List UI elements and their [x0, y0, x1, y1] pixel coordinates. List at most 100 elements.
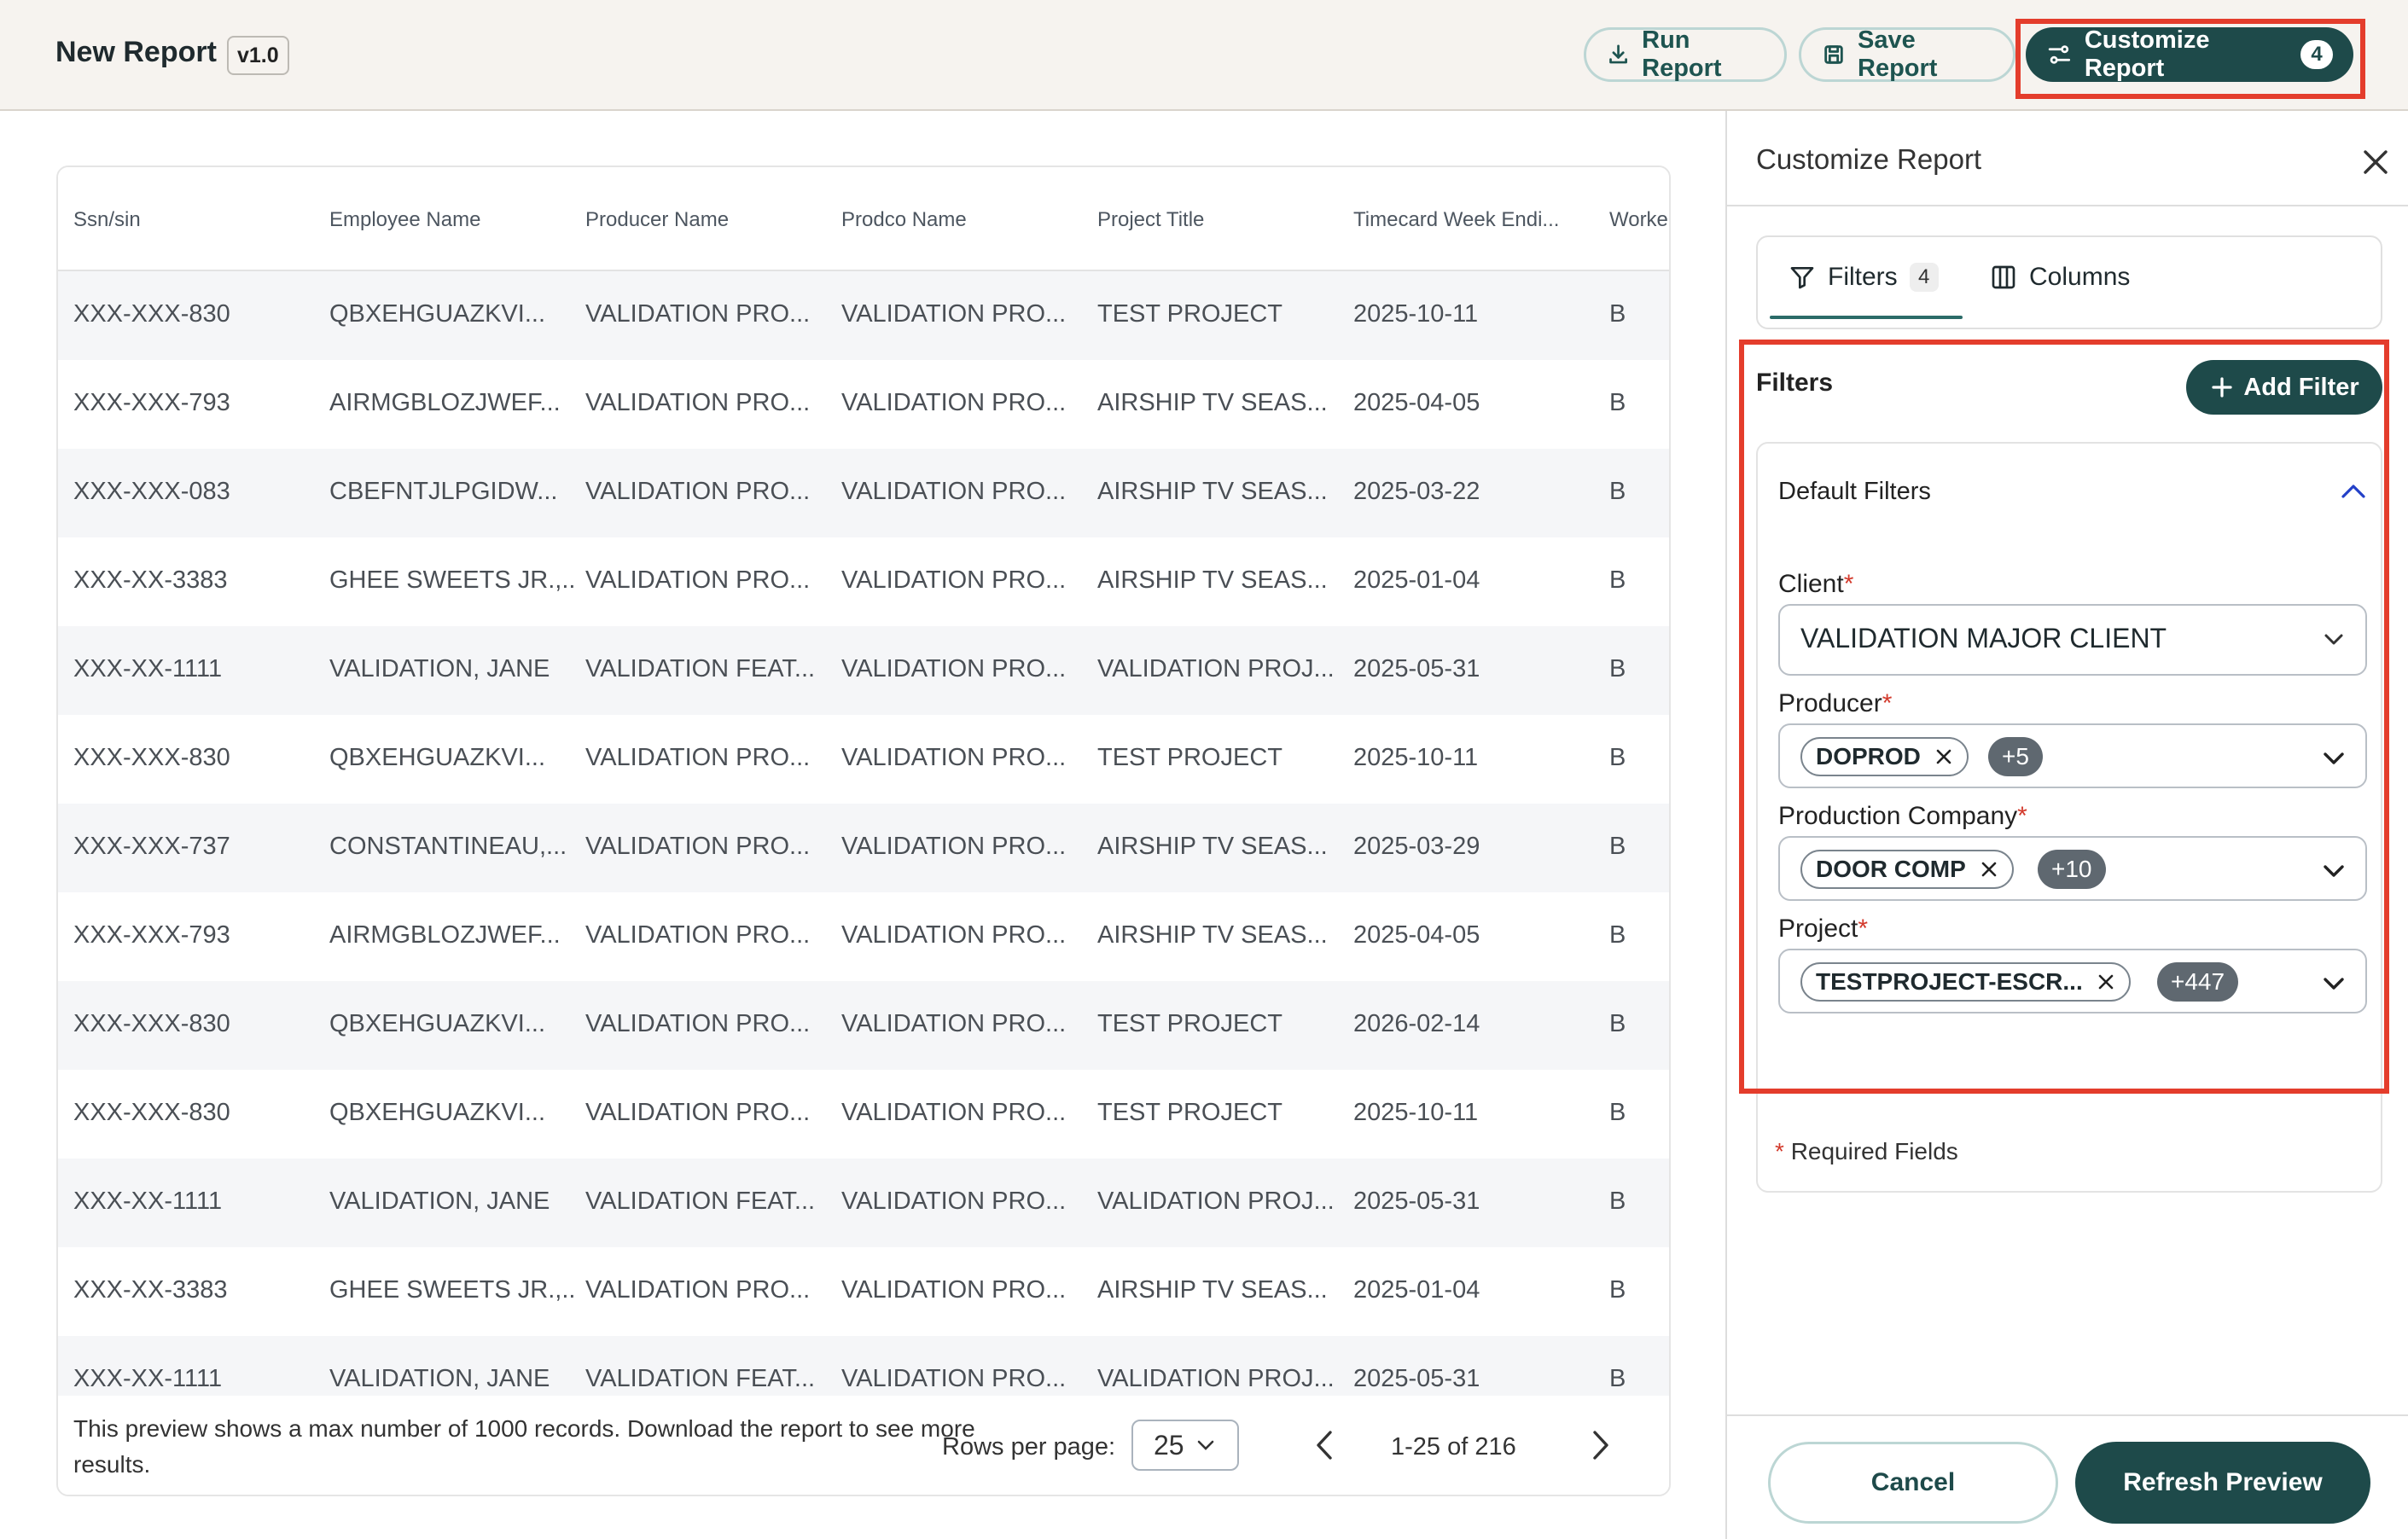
cell-ssn: XXX-XXX-830	[73, 300, 230, 328]
tab-columns-label: Columns	[2029, 263, 2131, 291]
cell-employee-name: GHEE SWEETS JR.,...	[329, 1276, 577, 1304]
cell-producer-name: VALIDATION FEAT...	[585, 655, 816, 682]
cell-prodco-name: VALIDATION PRO...	[841, 655, 1067, 682]
cell-ssn: XXX-XXX-830	[73, 1010, 230, 1037]
previous-page-button[interactable]	[1300, 1421, 1348, 1469]
filter-icon	[1790, 267, 1814, 289]
cell-project-title: AIRSHIP TV SEAS...	[1097, 1276, 1328, 1304]
table-row[interactable]: XXX-XX-1111 VALIDATION, JANE VALIDATION FE…	[58, 626, 1669, 715]
cell-employee-name: CBEFNTJLPGIDW...	[329, 478, 558, 505]
table-row[interactable]: XXX-XXX-793 AIRMGBLOZJWEF... VALIDATION PR…	[58, 892, 1669, 981]
page-range: 1-25 of 216	[1391, 1433, 1516, 1461]
cell-worker: B	[1609, 1099, 1626, 1126]
cell-project-title: AIRSHIP TV SEAS...	[1097, 478, 1328, 505]
tab-columns[interactable]: Columns	[1990, 263, 2130, 292]
cell-producer-name: VALIDATION FEAT...	[585, 1365, 816, 1392]
rows-per-page-label: Rows per page:	[942, 1433, 1116, 1461]
cell-ssn: XXX-XXX-793	[73, 389, 230, 416]
panel-tabs: Filters 4 Columns	[1756, 235, 2382, 329]
cancel-button[interactable]: Cancel	[1768, 1442, 2058, 1524]
table-row[interactable]: XXX-XX-3383 GHEE SWEETS JR.,... VALIDATION…	[58, 1247, 1669, 1336]
save-icon	[1824, 45, 1843, 64]
cell-timecard-week: 2025-04-05	[1353, 921, 1480, 949]
cell-employee-name: QBXEHGUAZKVI...	[329, 300, 545, 328]
cell-ssn: XXX-XXX-737	[73, 833, 230, 860]
table-row[interactable]: XXX-XXX-830 QBXEHGUAZKVI... VALIDATION PRO…	[58, 1070, 1669, 1159]
cell-worker: B	[1609, 1188, 1626, 1215]
cell-ssn: XXX-XX-1111	[73, 1188, 223, 1215]
panel-title: Customize Report	[1756, 143, 1982, 175]
cell-timecard-week: 2025-05-31	[1353, 1365, 1480, 1392]
column-header-timecard-week[interactable]: Timecard Week Endi...	[1353, 208, 1592, 232]
filters-section-highlight	[1739, 340, 2389, 1094]
cell-project-title: TEST PROJECT	[1097, 1099, 1283, 1126]
cell-producer-name: VALIDATION PRO...	[585, 300, 811, 328]
cell-employee-name: GHEE SWEETS JR.,...	[329, 566, 577, 594]
cell-worker: B	[1609, 300, 1626, 328]
cell-worker: B	[1609, 389, 1626, 416]
cell-prodco-name: VALIDATION PRO...	[841, 478, 1067, 505]
cell-prodco-name: VALIDATION PRO...	[841, 566, 1067, 594]
table-row[interactable]: XXX-XXX-830 QBXEHGUAZKVI... VALIDATION PRO…	[58, 981, 1669, 1070]
required-fields-note: * Required Fields	[1775, 1138, 1958, 1164]
active-tab-indicator	[1770, 316, 1963, 319]
run-report-button[interactable]: Run Report	[1584, 26, 1787, 82]
save-report-button[interactable]: Save Report	[1799, 26, 2015, 82]
table-row[interactable]: XXX-XXX-737 CONSTANTINEAU,... VALIDATION P…	[58, 804, 1669, 892]
rows-per-page-value: 25	[1154, 1429, 1184, 1461]
table-row[interactable]: XXX-XXX-793 AIRMGBLOZJWEF... VALIDATION PR…	[58, 360, 1669, 449]
cell-producer-name: VALIDATION PRO...	[585, 1276, 811, 1304]
panel-footer-divider	[1727, 1414, 2408, 1416]
cell-producer-name: VALIDATION PRO...	[585, 1099, 811, 1126]
column-header-prodco-name[interactable]: Prodco Name	[841, 208, 1080, 232]
cell-prodco-name: VALIDATION PRO...	[841, 300, 1067, 328]
tab-filters[interactable]: Filters 4	[1789, 263, 1939, 292]
page-title: New Report	[55, 36, 217, 68]
refresh-preview-button[interactable]: Refresh Preview	[2075, 1442, 2370, 1524]
cell-project-title: VALIDATION PROJ...	[1097, 1365, 1335, 1392]
column-header-worker[interactable]: Worke	[1609, 208, 1669, 232]
next-page-button[interactable]	[1577, 1421, 1625, 1469]
cell-prodco-name: VALIDATION PRO...	[841, 1276, 1067, 1304]
close-icon[interactable]	[2359, 145, 2393, 179]
cell-timecard-week: 2025-04-05	[1353, 389, 1480, 416]
table-row[interactable]: XXX-XXX-083 CBEFNTJLPGIDW... VALIDATION PR…	[58, 449, 1669, 537]
customize-button-highlight	[2015, 19, 2365, 99]
cell-prodco-name: VALIDATION PRO...	[841, 1099, 1067, 1126]
column-header-employee-name[interactable]: Employee Name	[329, 208, 568, 232]
cell-prodco-name: VALIDATION PRO...	[841, 833, 1067, 860]
cell-timecard-week: 2025-10-11	[1353, 300, 1479, 328]
download-icon	[1609, 44, 1627, 64]
cell-worker: B	[1609, 1365, 1626, 1392]
tab-filters-count: 4	[1909, 263, 1939, 292]
cell-timecard-week: 2025-01-04	[1353, 566, 1480, 594]
cell-prodco-name: VALIDATION PRO...	[841, 1188, 1067, 1215]
table-row[interactable]: XXX-XXX-830 QBXEHGUAZKVI... VALIDATION PRO…	[58, 271, 1669, 360]
cell-employee-name: QBXEHGUAZKVI...	[329, 1099, 545, 1126]
table-row[interactable]: XXX-XX-3383 GHEE SWEETS JR.,... VALIDATION…	[58, 537, 1669, 626]
rows-per-page-select[interactable]: 25	[1131, 1420, 1239, 1471]
cell-project-title: AIRSHIP TV SEAS...	[1097, 389, 1328, 416]
cell-producer-name: VALIDATION PRO...	[585, 744, 811, 771]
cell-worker: B	[1609, 921, 1626, 949]
column-header-producer-name[interactable]: Producer Name	[585, 208, 824, 232]
cell-worker: B	[1609, 744, 1626, 771]
cell-worker: B	[1609, 1276, 1626, 1304]
table-row[interactable]: XXX-XXX-830 QBXEHGUAZKVI... VALIDATION PRO…	[58, 715, 1669, 804]
cell-ssn: XXX-XX-3383	[73, 1276, 228, 1304]
report-preview-table: Ssn/sin Employee Name Producer Name Prod…	[56, 166, 1671, 1496]
version-badge: v1.0	[227, 36, 289, 75]
column-header-ssn[interactable]: Ssn/sin	[73, 208, 312, 232]
table-row[interactable]: XXX-XX-1111 VALIDATION, JANE VALIDATION FE…	[58, 1159, 1669, 1247]
column-header-project-title[interactable]: Project Title	[1097, 208, 1336, 232]
chevron-right-icon	[1593, 1431, 1608, 1460]
cell-project-title: AIRSHIP TV SEAS...	[1097, 921, 1328, 949]
save-report-label: Save Report	[1858, 26, 1938, 82]
cell-project-title: TEST PROJECT	[1097, 744, 1283, 771]
cell-timecard-week: 2025-03-22	[1353, 478, 1480, 505]
cell-worker: B	[1609, 833, 1626, 860]
cell-producer-name: VALIDATION PRO...	[585, 833, 811, 860]
cell-producer-name: VALIDATION PRO...	[585, 566, 811, 594]
cell-employee-name: AIRMGBLOZJWEF...	[329, 389, 561, 416]
cell-ssn: XXX-XXX-830	[73, 744, 230, 771]
